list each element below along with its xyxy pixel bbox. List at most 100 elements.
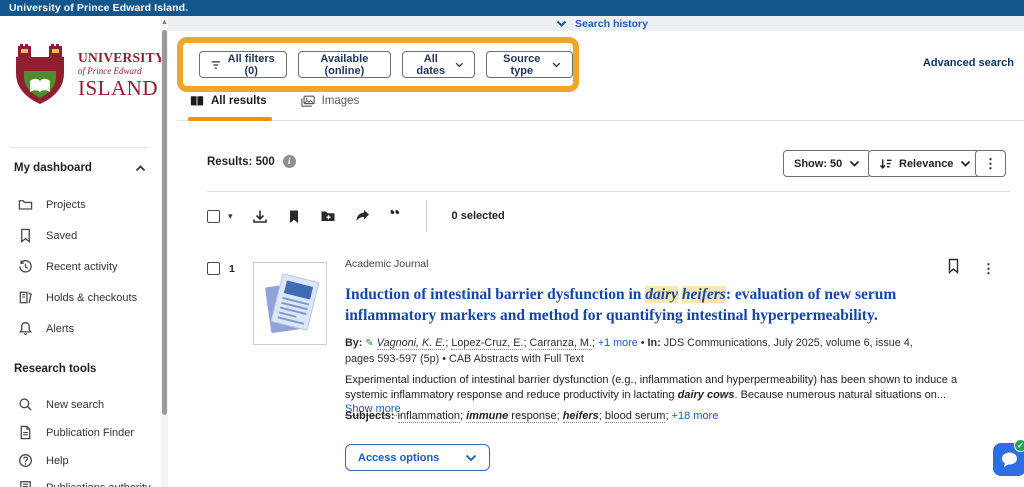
research-tools-label: Research tools	[14, 363, 96, 375]
share-icon	[355, 209, 371, 223]
filter-bar-highlight: All filters (0) Available (online) All d…	[177, 37, 579, 92]
title-text: Induction of intestinal barrier dysfunct…	[345, 286, 645, 303]
upei-logo: UNIVERSITY of Prince Edward ISLAND	[12, 44, 165, 106]
source-type-dropdown[interactable]: Source type	[486, 51, 573, 78]
result-actions: ⋮	[947, 258, 995, 279]
sidebar-item-saved[interactable]: Saved	[18, 228, 77, 243]
search-panel-strip: Search history	[167, 16, 1024, 31]
access-options-button[interactable]: Access options	[345, 444, 490, 471]
available-online-label: Available (online)	[310, 53, 379, 77]
sidebar-item-recent-activity[interactable]: Recent activity	[18, 259, 118, 274]
search-history-link[interactable]: Search history	[556, 16, 648, 31]
sidebar-item-label: Projects	[46, 199, 86, 211]
sidebar-item-help[interactable]: Help	[18, 453, 69, 468]
save-bookmark-button[interactable]	[287, 209, 301, 224]
result-subjects: Subjects: inflammation; immune response;…	[345, 409, 945, 423]
bookmark-result-button[interactable]	[947, 258, 960, 279]
chevron-up-icon	[135, 165, 146, 172]
sidebar-item-label: Publication Finder	[46, 427, 134, 439]
my-dashboard-label: My dashboard	[14, 162, 92, 174]
select-all-caret-icon[interactable]: ▾	[228, 211, 233, 222]
images-icon	[301, 95, 315, 107]
author-link[interactable]: Lopez-Cruz, E.	[451, 337, 523, 350]
show-per-page-dropdown[interactable]: Show: 50	[783, 150, 871, 177]
sidebar-item-alerts[interactable]: Alerts	[18, 321, 74, 336]
highlighted-abstract-term: dairy cows	[678, 389, 735, 401]
kebab-icon: ⋮	[984, 157, 997, 170]
result-byline: By: ✎ Vagnoni, K. E.; Lopez-Cruz, E.; Ca…	[345, 336, 933, 366]
sidebar-item-projects[interactable]: Projects	[18, 197, 86, 212]
sidebar-item-label: Publications authority	[46, 482, 151, 487]
more-subjects-link[interactable]: +18 more	[672, 410, 719, 422]
help-icon	[18, 453, 33, 468]
sidebar-item-label: Saved	[46, 230, 77, 242]
result-overflow-menu[interactable]: ⋮	[982, 262, 995, 275]
sort-label: Relevance	[899, 158, 953, 170]
author-link[interactable]: Carranza, M.	[529, 337, 591, 350]
subject-link[interactable]: immune response	[466, 410, 557, 423]
more-authors-link[interactable]: +1 more	[598, 337, 638, 349]
sidebar-item-label: Recent activity	[46, 261, 118, 273]
my-dashboard-header[interactable]: My dashboard	[14, 162, 146, 174]
result-checkbox[interactable]	[207, 262, 220, 275]
download-button[interactable]	[252, 209, 268, 224]
author-pen-icon: ✎	[365, 338, 373, 349]
highlighted-term: heifers	[682, 286, 726, 303]
select-all-checkbox[interactable]	[207, 210, 220, 223]
sidebar-divider	[10, 147, 148, 148]
institution-name: University of Prince Edward Island.	[9, 2, 188, 14]
subject-link[interactable]: inflammation	[398, 410, 460, 423]
chat-online-badge: ✓	[1014, 439, 1024, 452]
sidebar-item-label: New search	[46, 399, 104, 411]
toolbar-separator	[426, 200, 427, 232]
institution-bar: University of Prince Edward Island.	[0, 0, 1024, 16]
chevron-down-icon	[552, 61, 561, 69]
library-card-icon	[18, 290, 33, 305]
subject-link[interactable]: blood serum	[605, 410, 666, 423]
all-dates-dropdown[interactable]: All dates	[402, 51, 475, 78]
sidebar-item-new-search[interactable]: New search	[18, 397, 104, 412]
tab-all-results[interactable]: All results	[190, 95, 267, 116]
download-icon	[252, 209, 268, 224]
document-icon	[18, 425, 33, 440]
advanced-search-link[interactable]: Advanced search	[923, 57, 1014, 69]
scrollbar-up-arrow-icon[interactable]: ▲	[161, 18, 168, 27]
sidebar-scrollbar-thumb[interactable]	[162, 30, 167, 415]
all-dates-label: All dates	[414, 53, 448, 77]
subject-link[interactable]: heifers	[563, 410, 599, 423]
active-tab-underline	[188, 117, 272, 121]
tab-images[interactable]: Images	[301, 95, 360, 116]
history-icon	[18, 259, 33, 274]
logo-line3: ISLAND	[78, 78, 165, 99]
bookmark-icon	[287, 209, 301, 224]
sidebar-item-holds-checkouts[interactable]: Holds & checkouts	[18, 290, 137, 305]
search-icon	[18, 397, 33, 412]
chat-bubble-icon	[1000, 451, 1019, 468]
sort-icon	[879, 158, 892, 170]
author-link[interactable]: Vagnoni, K. E.	[377, 337, 446, 350]
bookmark-icon	[947, 258, 960, 274]
sidebar-item-publication-finder[interactable]: Publication Finder	[18, 425, 134, 440]
in-label: In:	[648, 337, 661, 349]
results-count-label: Results: 500	[207, 156, 275, 168]
chevron-down-icon	[455, 61, 464, 69]
result-thumbnail[interactable]	[253, 262, 327, 345]
results-tabs: All results Images	[190, 95, 359, 116]
all-filters-button[interactable]: All filters (0)	[199, 51, 287, 78]
share-button[interactable]	[355, 209, 371, 223]
cite-button[interactable]: “	[390, 210, 401, 223]
info-icon[interactable]: i	[283, 155, 296, 168]
sort-dropdown[interactable]: Relevance	[868, 150, 982, 177]
result-title-link[interactable]: Induction of intestinal barrier dysfunct…	[345, 284, 937, 326]
chevron-down-icon	[849, 160, 860, 167]
results-count: Results: 500 i	[207, 155, 296, 168]
chevron-down-icon	[960, 160, 971, 167]
show-per-page-label: Show: 50	[794, 158, 842, 170]
sidebar-item-publications-authority[interactable]: Publications authority	[18, 480, 151, 487]
tab-images-label: Images	[322, 95, 360, 107]
add-to-project-button[interactable]	[320, 209, 336, 223]
results-overflow-menu-button[interactable]: ⋮	[975, 150, 1006, 177]
available-online-button[interactable]: Available (online)	[298, 51, 391, 78]
upei-wordmark: UNIVERSITY of Prince Edward ISLAND	[78, 51, 165, 99]
access-options-label: Access options	[358, 452, 439, 464]
